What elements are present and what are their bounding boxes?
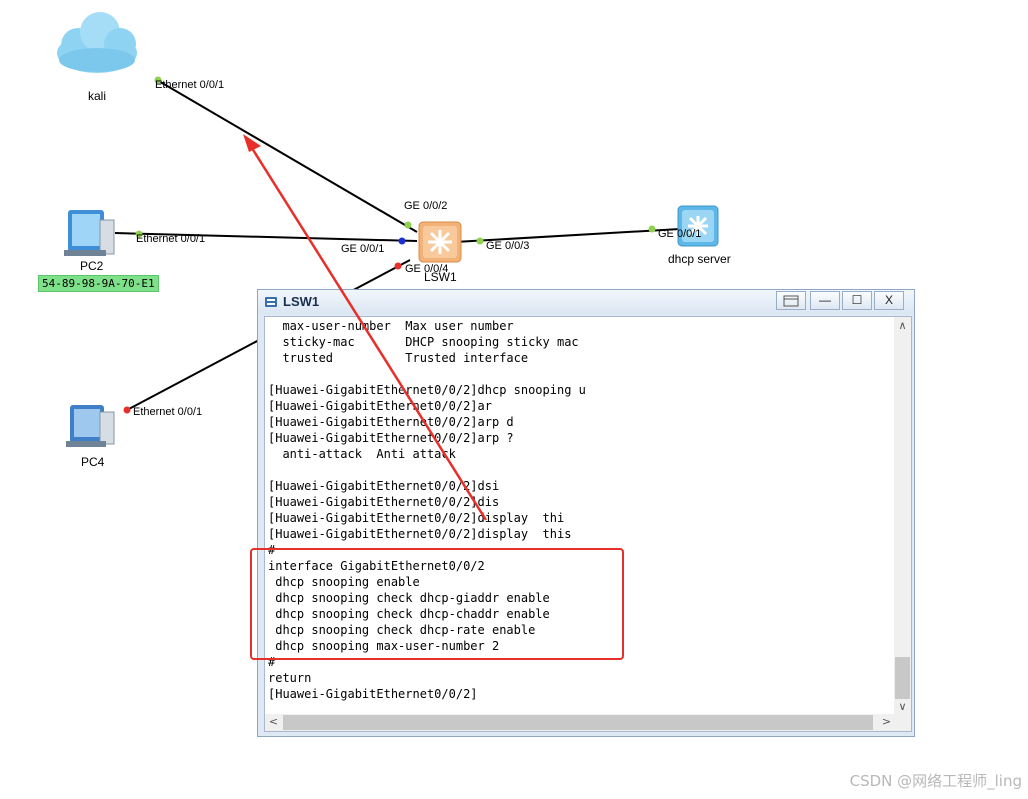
terminal-line: sticky-mac DHCP snooping sticky mac bbox=[268, 335, 579, 349]
port-dot-sw-ge1 bbox=[398, 237, 406, 245]
terminal-line: return bbox=[268, 671, 312, 685]
terminal-line: [Huawei-GigabitEthernet0/0/2] bbox=[268, 687, 478, 701]
terminal-line: [Huawei-GigabitEthernet0/0/2]dis bbox=[268, 495, 500, 509]
server-icon[interactable] bbox=[677, 205, 719, 247]
scroll-down-icon[interactable]: ∨ bbox=[894, 700, 911, 713]
horizontal-scroll-thumb[interactable] bbox=[283, 715, 873, 730]
device-label-pc4: PC4 bbox=[81, 455, 105, 469]
terminal-line: trusted Trusted interface bbox=[268, 351, 529, 365]
link-kali-lsw1 bbox=[156, 79, 418, 233]
terminal-line: [Huawei-GigabitEthernet0/0/2]dhcp snoopi… bbox=[268, 383, 586, 397]
port-label-sw-ge3: GE 0/0/3 bbox=[486, 240, 530, 252]
pc-icon[interactable] bbox=[66, 405, 115, 447]
terminal-window[interactable]: LSW1 — ☐ X max-user-number Max user numb… bbox=[257, 289, 915, 737]
terminal-line: [Huawei-GigabitEthernet0/0/2]display thi… bbox=[268, 527, 572, 541]
minimize-button[interactable]: — bbox=[810, 291, 840, 310]
window-titlebar[interactable]: LSW1 — ☐ X bbox=[258, 290, 914, 314]
cloud-icon[interactable] bbox=[57, 12, 137, 73]
port-label-sw-ge2: GE 0/0/2 bbox=[404, 200, 448, 212]
port-label-kali-eth: Ethernet 0/0/1 bbox=[155, 79, 225, 91]
port-label-sw-ge4: GE 0/0/4 bbox=[405, 263, 449, 275]
pc2-mac-badge: 54-89-98-9A-70-E1 bbox=[38, 275, 159, 292]
vertical-scroll-thumb[interactable] bbox=[895, 657, 910, 699]
terminal-line: max-user-number Max user number bbox=[268, 319, 514, 333]
horizontal-scrollbar[interactable]: < > bbox=[265, 714, 895, 731]
port-dot-pc4 bbox=[123, 406, 131, 414]
scrollbar-corner bbox=[894, 714, 911, 731]
switch-console-icon bbox=[265, 297, 277, 307]
terminal-line: [Huawei-GigabitEthernet0/0/2]dsi bbox=[268, 479, 500, 493]
close-button[interactable]: X bbox=[874, 291, 904, 310]
annotation-highlight-box bbox=[250, 548, 624, 660]
port-dot-sw-ge2 bbox=[404, 221, 412, 229]
port-dot-sw-ge4 bbox=[394, 262, 402, 270]
maximize-button[interactable]: ☐ bbox=[842, 291, 872, 310]
vertical-scrollbar[interactable]: ∧ ∨ bbox=[894, 317, 911, 715]
port-label-pc4-eth: Ethernet 0/0/1 bbox=[133, 406, 203, 418]
device-label-kali: kali bbox=[88, 89, 107, 103]
port-label-dhcp-ge1: GE 0/0/1 bbox=[658, 228, 702, 240]
terminal-line: [Huawei-GigabitEthernet0/0/2]arp ? bbox=[268, 431, 514, 445]
port-dot-dhcp bbox=[648, 225, 656, 233]
watermark: CSDN @网络工程师_ling bbox=[849, 772, 1022, 790]
window-title: LSW1 bbox=[283, 294, 320, 309]
scroll-up-icon[interactable]: ∧ bbox=[894, 319, 911, 332]
pc-icon[interactable] bbox=[64, 210, 115, 256]
terminal-line: [Huawei-GigabitEthernet0/0/2]display thi bbox=[268, 511, 565, 525]
scroll-left-icon[interactable]: < bbox=[265, 715, 282, 728]
window-extra-icon[interactable] bbox=[776, 291, 806, 310]
device-label-pc2: PC2 bbox=[80, 259, 104, 273]
port-label-sw-ge1: GE 0/0/1 bbox=[341, 243, 385, 255]
terminal-line: [Huawei-GigabitEthernet0/0/2]arp d bbox=[268, 415, 514, 429]
scroll-right-icon[interactable]: > bbox=[878, 715, 895, 728]
switch-icon[interactable] bbox=[418, 221, 462, 263]
terminal-output[interactable]: max-user-number Max user number sticky-m… bbox=[264, 316, 912, 732]
device-label-dhcp-server: dhcp server bbox=[668, 252, 731, 266]
terminal-line: [Huawei-GigabitEthernet0/0/2]ar bbox=[268, 399, 492, 413]
terminal-line: anti-attack Anti attack bbox=[268, 447, 456, 461]
port-dot-sw-ge3 bbox=[476, 237, 484, 245]
port-label-pc2-eth: Ethernet 0/0/1 bbox=[136, 233, 206, 245]
